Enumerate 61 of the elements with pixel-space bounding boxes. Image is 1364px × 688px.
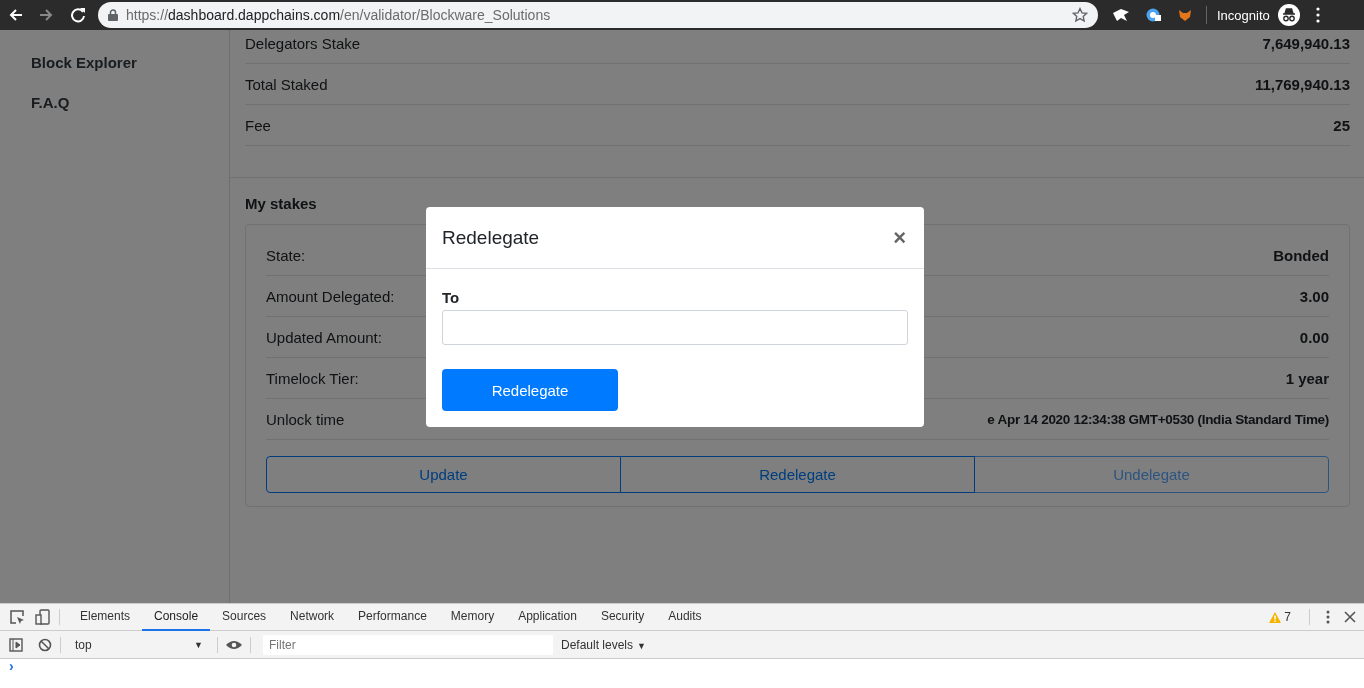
detail-value: 7,649,940.13 (1262, 34, 1350, 52)
stake-value: 0.00 (1299, 328, 1329, 346)
sidebar-link[interactable]: Block Explorer (31, 52, 137, 74)
section-title: My stakes (245, 194, 318, 214)
field-label: To (442, 289, 461, 306)
devtools-tab[interactable]: Application (506, 603, 589, 631)
sidebar-link[interactable]: F.A.Q (31, 92, 70, 114)
star-icon[interactable] (1072, 7, 1088, 23)
reload-icon[interactable] (70, 7, 86, 23)
warning-count: 7 (1284, 610, 1291, 624)
more-icon[interactable] (1326, 610, 1330, 624)
devtools-tab[interactable]: Memory (438, 603, 507, 631)
modal-title: Redelegate (442, 226, 540, 249)
stake-label: Timelock Tier: (266, 369, 359, 387)
close-button[interactable]: × (891, 224, 908, 251)
devtools-tab[interactable]: Elements (68, 603, 143, 631)
stake-value: e Apr 14 2020 12:34:38 GMT+0530 (India Standard Time) (987, 411, 1329, 427)
stake-value: 1 year (1285, 369, 1329, 387)
fox-icon[interactable] (1178, 8, 1192, 22)
detail-label: Total Staked (245, 75, 328, 93)
menu-icon[interactable] (1315, 7, 1320, 23)
device-icon[interactable] (35, 609, 51, 625)
detail-label: Delegators Stake (245, 34, 361, 52)
stake-value: 3.00 (1299, 287, 1329, 305)
devtools-tab[interactable]: Sources (210, 603, 279, 631)
caret-icon: ▼ (194, 639, 203, 650)
filter-field[interactable]: Filter (263, 634, 553, 655)
devtools-tab[interactable]: Security (588, 603, 657, 631)
redelegate-button[interactable]: Redelegate (442, 369, 618, 411)
detail-label: Fee (245, 116, 271, 134)
caret-icon: ▼ (637, 640, 646, 651)
input-field[interactable] (442, 310, 908, 345)
stake-label: Amount Delegated: (266, 287, 395, 305)
console-prompt: › (8, 659, 14, 673)
url-text: https://dashboard.dappchains.com/en/validator/Blockware_Solutions (126, 7, 552, 23)
devtools-tab[interactable]: Performance (346, 603, 439, 631)
stake-value: Bonded (1273, 246, 1329, 264)
devtools-tab[interactable]: Network (278, 603, 347, 631)
address-bar[interactable]: https://dashboard.dappchains.com/en/validator/Blockware_Solutions (98, 2, 1098, 28)
profile-label: Incognito (1217, 7, 1270, 23)
warning-icon (1269, 611, 1282, 623)
incognito-icon[interactable] (1277, 4, 1300, 26)
stake-label: Unlock time (266, 410, 345, 428)
eye-icon[interactable] (226, 639, 242, 650)
extension-icon[interactable] (1146, 7, 1162, 23)
devtools-tab[interactable]: Audits (656, 603, 714, 631)
lock-icon (108, 9, 118, 21)
stake-label: Updated Amount: (266, 328, 382, 346)
sidebar-toggle-icon[interactable] (9, 637, 23, 652)
levels-dropdown[interactable]: Default levels ▼ (561, 637, 646, 652)
warning-indicator[interactable]: 7 (1269, 610, 1291, 624)
detail-value: 11,769,940.13 (1254, 75, 1350, 93)
back-icon[interactable] (8, 7, 24, 23)
detail-value: 25 (1333, 116, 1350, 134)
inspect-icon[interactable] (9, 609, 25, 625)
extension-icon[interactable] (1112, 7, 1130, 23)
stake-label: State: (266, 246, 306, 264)
clear-icon[interactable] (38, 637, 52, 652)
context-select[interactable]: top ▼ (69, 637, 209, 652)
close-icon[interactable] (1344, 611, 1356, 623)
context-value: top (75, 637, 92, 652)
